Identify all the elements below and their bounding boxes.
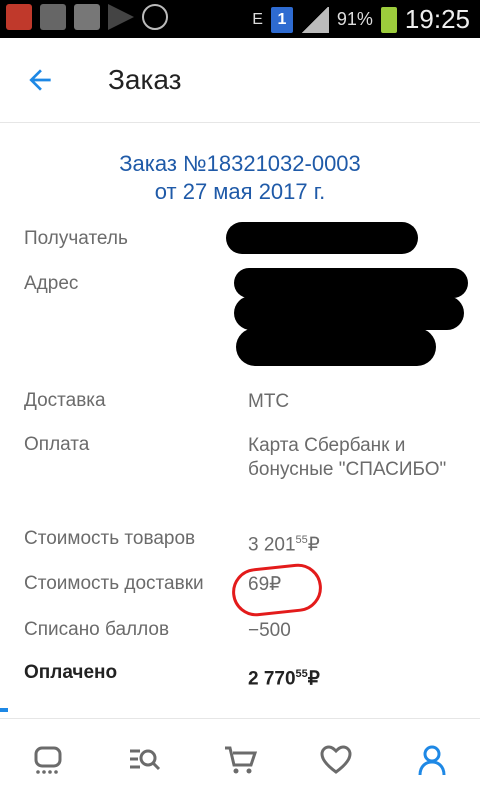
- currency-symbol: ₽: [307, 668, 320, 690]
- points-value: −500: [248, 620, 291, 641]
- redacted-recipient: [226, 222, 418, 254]
- nav-catalog[interactable]: [116, 732, 172, 788]
- gallery-icon: [40, 4, 66, 30]
- battery-percent: 91%: [336, 9, 373, 29]
- play-store-icon: [108, 4, 134, 30]
- aliexpress-app-icon: [6, 4, 32, 30]
- profile-icon: [418, 745, 446, 776]
- nav-cart[interactable]: [212, 732, 268, 788]
- favorites-heart-icon: [320, 745, 352, 774]
- order-header: Заказ №18321032-0003 от 27 мая 2017 г.: [0, 150, 480, 206]
- paid-label: Оплачено: [24, 662, 118, 683]
- goods-cost-value: 3 20155₽: [248, 528, 458, 557]
- bottom-navigation: [0, 718, 480, 801]
- paid-cents: 55: [295, 668, 308, 680]
- alarm-icon: [142, 4, 168, 30]
- goods-cost-label: Стоимость товаров: [24, 528, 196, 549]
- music-icon: [74, 4, 100, 30]
- cart-icon: [225, 746, 258, 774]
- battery-icon: [380, 6, 397, 33]
- currency-symbol: ₽: [307, 534, 320, 556]
- delivery-label: Доставка: [24, 390, 106, 411]
- nav-profile[interactable]: [404, 732, 460, 788]
- signal-icon: [300, 6, 329, 33]
- order-date: от 27 мая 2017 г.: [154, 179, 326, 204]
- order-number: Заказ №18321032-0003: [119, 151, 361, 176]
- red-circle-annotation: [229, 561, 325, 619]
- back-arrow-icon[interactable]: [24, 64, 56, 96]
- goods-cost-cents: 55: [295, 534, 308, 546]
- clock: 19:25: [404, 4, 470, 34]
- payment-label: Оплата: [24, 434, 90, 455]
- scroll-indicator: [0, 708, 8, 712]
- delivery-value: МТС: [248, 391, 290, 412]
- redacted-address-2: [234, 296, 464, 330]
- redacted-address-3: [236, 328, 436, 366]
- status-bar: E 1 91% 19:25: [0, 0, 480, 38]
- app-bar: Заказ: [0, 38, 480, 123]
- redacted-address-1: [234, 268, 468, 298]
- payment-value: Карта Сбербанк и бонусные "СПАСИБО": [248, 435, 447, 480]
- catalog-search-icon: [130, 749, 161, 771]
- paid-value: 2 77055₽: [248, 662, 458, 691]
- delivery-cost-label: Стоимость доставки: [24, 573, 204, 594]
- nav-favorites[interactable]: [308, 732, 364, 788]
- paid-main: 2 770: [248, 668, 296, 690]
- page-title: Заказ: [108, 64, 182, 95]
- recipient-label: Получатель: [24, 228, 128, 249]
- sim-indicator-icon: 1: [270, 6, 293, 33]
- status-right: E 1 91% 19:25: [252, 4, 470, 35]
- network-type: E: [252, 10, 263, 28]
- nav-home[interactable]: [20, 732, 76, 788]
- status-notification-icons: [6, 4, 168, 30]
- home-icon: [34, 746, 62, 774]
- goods-cost-main: 3 201: [248, 534, 296, 556]
- points-label: Списано баллов: [24, 619, 170, 640]
- address-label: Адрес: [24, 273, 79, 294]
